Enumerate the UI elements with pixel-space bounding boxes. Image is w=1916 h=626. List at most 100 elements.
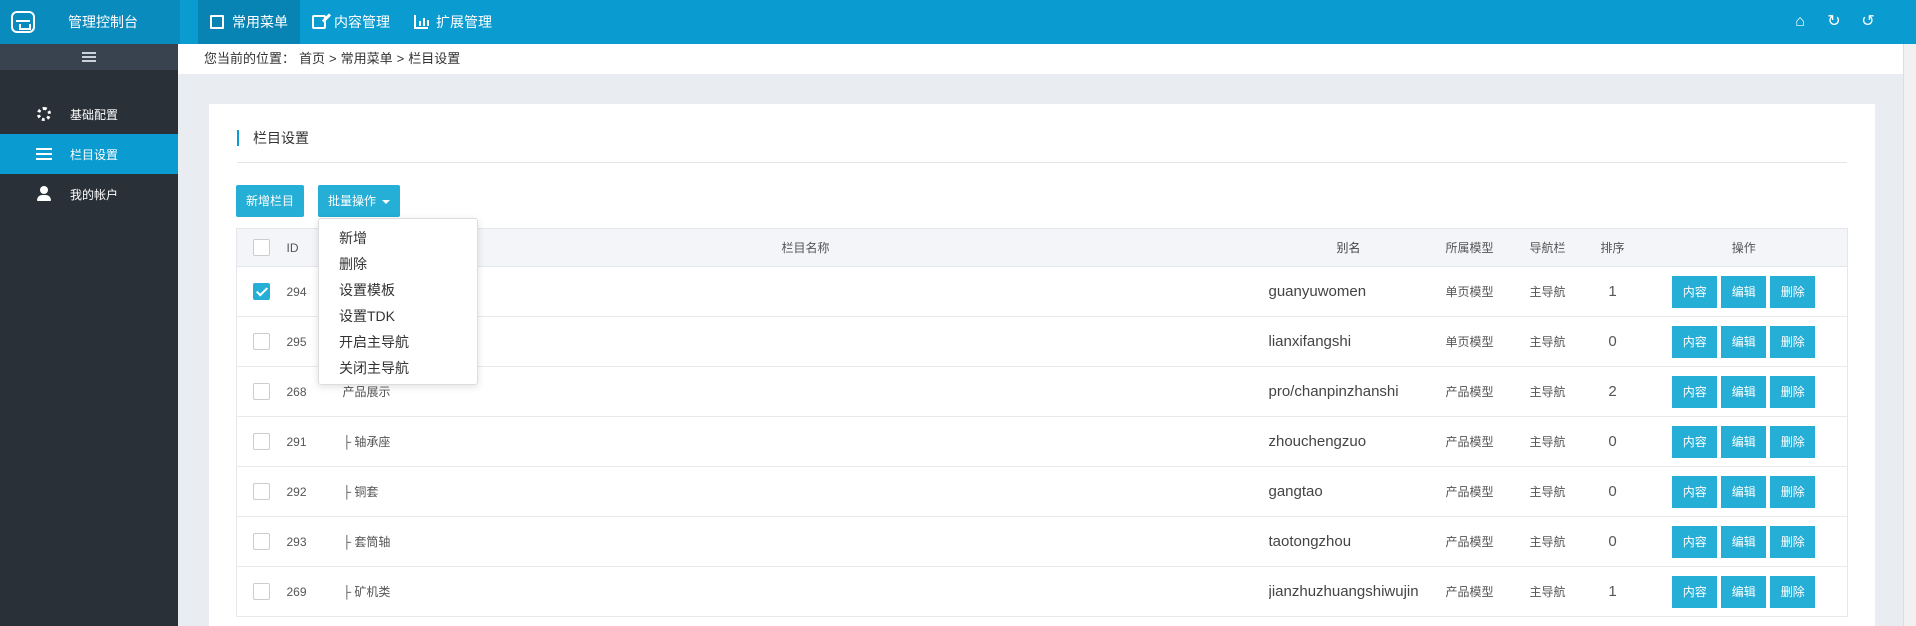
- app-title[interactable]: 管理控制台: [46, 0, 180, 44]
- content-button[interactable]: 内容: [1672, 425, 1718, 458]
- table-row: 292 ├ 铜套 gangtao 产品模型 主导航 0 内容 编辑 删除: [236, 466, 1848, 517]
- edit-button[interactable]: 编辑: [1721, 575, 1767, 608]
- nav-label: 内容管理: [334, 14, 390, 30]
- dropdown-item-delete[interactable]: 删除: [319, 251, 477, 277]
- delete-button[interactable]: 删除: [1770, 375, 1816, 408]
- cell-sort: 0: [1584, 316, 1641, 367]
- cell-ops: 内容 编辑 删除: [1640, 566, 1848, 617]
- delete-button[interactable]: 删除: [1770, 575, 1816, 608]
- delete-button[interactable]: 删除: [1770, 425, 1816, 458]
- nav-label: 扩展管理: [436, 14, 492, 30]
- content-button[interactable]: 内容: [1672, 525, 1718, 558]
- menu-icon: [82, 52, 96, 62]
- select-all-checkbox[interactable]: [253, 239, 271, 256]
- cell-model: 产品模型: [1428, 416, 1511, 467]
- batch-dropdown-menu: 新增 删除 设置模板 设置TDK 开启主导航 关闭主导航: [318, 218, 478, 385]
- breadcrumb-home[interactable]: 首页: [299, 51, 325, 66]
- book-icon: [210, 15, 224, 29]
- batch-label: 批量操作: [328, 194, 377, 208]
- add-column-button[interactable]: 新增栏目: [236, 185, 304, 217]
- row-checkbox[interactable]: [253, 383, 271, 400]
- cell-sort: 1: [1584, 566, 1641, 617]
- breadcrumb-common-menu[interactable]: 常用菜单: [341, 51, 393, 66]
- sidebar-toggle[interactable]: [0, 44, 178, 70]
- dropdown-item-add[interactable]: 新增: [319, 225, 477, 251]
- row-checkbox[interactable]: [253, 333, 271, 350]
- refresh-icon[interactable]: ↻: [1826, 14, 1842, 30]
- edit-button[interactable]: 编辑: [1721, 425, 1767, 458]
- gears-icon: [36, 106, 52, 122]
- table-row: 269 ├ 矿机类 jianzhuzhuangshiwujin 产品模型 主导航 1 内容编…: [236, 566, 1848, 617]
- breadcrumb-current: 栏目设置: [408, 51, 461, 66]
- row-checkbox-cell: [236, 566, 287, 617]
- cell-alias: guanyuwomen: [1268, 266, 1429, 317]
- header-model: 所属模型: [1428, 228, 1511, 267]
- dropdown-item-set-tdk[interactable]: 设置TDK: [319, 303, 477, 329]
- row-checkbox-cell: [236, 316, 287, 367]
- content-button[interactable]: 内容: [1672, 475, 1718, 508]
- edit-button[interactable]: 编辑: [1721, 475, 1767, 508]
- nav-common-menu[interactable]: 常用菜单: [198, 0, 300, 44]
- divider: [237, 162, 1847, 163]
- cell-id: 291: [286, 416, 327, 467]
- cell-nav: 主导航: [1510, 416, 1585, 467]
- row-checkbox[interactable]: [253, 283, 271, 300]
- cell-model: 产品模型: [1428, 466, 1511, 517]
- header-nav: 导航栏: [1510, 228, 1585, 267]
- cell-ops: 内容 编辑 删除: [1640, 366, 1848, 417]
- sidebar-item-label: 栏目设置: [70, 147, 119, 162]
- table-row: 268 产品展示 pro/chanpinzhanshi 产品模型 主导航 2 内容 编辑 删除: [236, 366, 1848, 417]
- edit-button[interactable]: 编辑: [1721, 375, 1767, 408]
- delete-button[interactable]: 删除: [1770, 325, 1816, 358]
- delete-button[interactable]: 删除: [1770, 275, 1816, 308]
- dropdown-item-set-template[interactable]: 设置模板: [319, 277, 477, 303]
- page-scrollbar[interactable]: [1903, 44, 1916, 626]
- content-button[interactable]: 内容: [1672, 575, 1718, 608]
- cell-nav: 主导航: [1510, 516, 1585, 567]
- sidebar-item-basic-config[interactable]: 基础配置: [0, 94, 178, 134]
- table-row: 294 guanyuwomen 单页模型 主导航 1 内容 编辑 删除: [236, 266, 1848, 317]
- row-checkbox-cell: [236, 516, 287, 567]
- cell-model: 单页模型: [1428, 316, 1511, 367]
- sidebar-item-label: 基础配置: [70, 107, 119, 122]
- content-button[interactable]: 内容: [1672, 375, 1718, 408]
- cell-alias: zhouchengzuo: [1268, 416, 1429, 467]
- content-button[interactable]: 内容: [1672, 275, 1718, 308]
- chart-icon: [414, 15, 429, 29]
- edit-button[interactable]: 编辑: [1721, 525, 1767, 558]
- edit-icon: [312, 15, 326, 29]
- sidebar-item-column-settings[interactable]: 栏目设置: [0, 134, 178, 174]
- delete-button[interactable]: 删除: [1770, 525, 1816, 558]
- top-bar: 管理控制台 常用菜单 内容管理 扩展管理 ⌂ ↻ ↺: [0, 0, 1916, 44]
- header-ops: 操作: [1640, 228, 1848, 267]
- row-checkbox[interactable]: [253, 433, 271, 450]
- nav-extension-manage[interactable]: 扩展管理: [402, 0, 504, 44]
- row-checkbox[interactable]: [253, 533, 271, 550]
- cell-id: 292: [286, 466, 327, 517]
- home-icon[interactable]: ⌂: [1792, 14, 1808, 30]
- undo-icon[interactable]: ↺: [1860, 14, 1876, 30]
- dropdown-item-enable-main-nav[interactable]: 开启主导航: [319, 329, 477, 355]
- list-icon: [36, 146, 52, 162]
- breadcrumb-prefix: 您当前的位置：: [204, 51, 296, 66]
- edit-button[interactable]: 编辑: [1721, 275, 1767, 308]
- cell-sort: 0: [1584, 516, 1641, 567]
- cell-sort: 2: [1584, 366, 1641, 417]
- breadcrumb: 您当前的位置： 首页 > 常用菜单 > 栏目设置: [178, 44, 1903, 74]
- row-checkbox[interactable]: [253, 583, 271, 600]
- sidebar-item-my-account[interactable]: 我的帐户: [0, 174, 178, 214]
- logo-icon[interactable]: [0, 0, 46, 44]
- breadcrumb-separator: >: [396, 51, 405, 66]
- row-checkbox-cell: [236, 416, 287, 467]
- sidebar-item-label: 我的帐户: [70, 187, 119, 202]
- top-right-actions: ⌂ ↻ ↺: [1792, 0, 1876, 44]
- edit-button[interactable]: 编辑: [1721, 325, 1767, 358]
- row-checkbox[interactable]: [253, 483, 271, 500]
- cell-ops: 内容 编辑 删除: [1640, 516, 1848, 567]
- delete-button[interactable]: 删除: [1770, 475, 1816, 508]
- nav-content-manage[interactable]: 内容管理: [300, 0, 402, 44]
- content-button[interactable]: 内容: [1672, 325, 1718, 358]
- cell-name: ├ 铜套: [326, 466, 1269, 517]
- dropdown-item-disable-main-nav[interactable]: 关闭主导航: [319, 355, 477, 381]
- batch-operation-button[interactable]: 批量操作: [318, 185, 400, 217]
